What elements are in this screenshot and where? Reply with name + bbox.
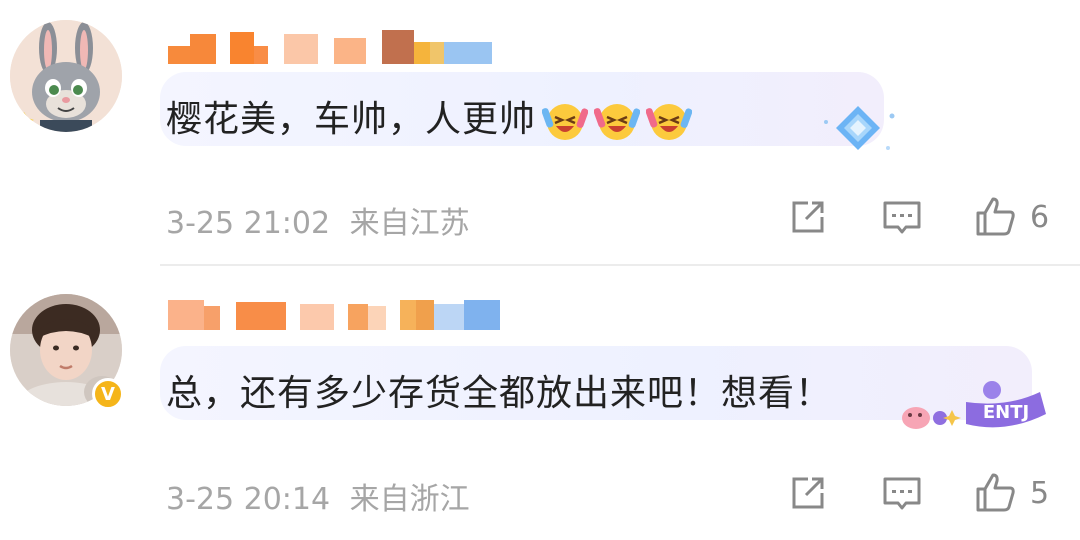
rabbit-avatar-icon — [10, 20, 122, 132]
comment-location: 来自江苏 — [349, 206, 470, 241]
share-button[interactable] — [786, 192, 830, 242]
thumbs-up-icon — [976, 473, 1015, 512]
comment-time: 3-25 21:02 — [166, 206, 331, 241]
comment-button[interactable] — [880, 468, 924, 518]
comment-text: 总，还有多少存货全都放出来吧！想看！ — [166, 373, 833, 414]
like-button[interactable]: 5 — [974, 468, 1049, 518]
comment-meta: 3-25 21:02 来自江苏 — [166, 198, 470, 242]
share-icon — [792, 477, 824, 509]
share-icon — [792, 201, 824, 233]
verified-badge: V — [92, 378, 124, 410]
comment-location: 来自浙江 — [349, 482, 470, 517]
thumbs-up-icon — [976, 197, 1015, 236]
like-count: 5 — [1030, 475, 1050, 511]
comment-icon — [883, 201, 921, 234]
laughing-crying-emoji-icon — [646, 104, 693, 140]
avatar[interactable] — [10, 20, 122, 132]
comment-text: 樱花美，车帅，人更帅 — [166, 90, 693, 144]
comment-icon — [883, 477, 921, 510]
comment-item: 樱花美，车帅，人更帅 3-25 21:02 来自江苏 6 — [0, 0, 1080, 270]
comment-meta: 3-25 20:14 来自浙江 — [166, 474, 470, 518]
like-button[interactable]: 6 — [974, 192, 1049, 242]
divider — [160, 264, 1080, 266]
comment-actions: 6 — [780, 192, 1070, 242]
laughing-crying-emoji-icon — [594, 104, 641, 140]
username-blurred[interactable] — [168, 30, 492, 64]
comment-actions: 5 — [780, 468, 1070, 518]
comment-time: 3-25 20:14 — [166, 482, 331, 517]
share-button[interactable] — [786, 468, 830, 518]
comment-button[interactable] — [880, 192, 924, 242]
username-blurred[interactable] — [168, 296, 500, 330]
comment-item: V 总，还有多少存货全都放出来吧！想看！ ENTJ 3-25 20:14 来自浙… — [0, 270, 1080, 540]
like-count: 6 — [1030, 199, 1050, 235]
diamond-badge-icon — [824, 106, 895, 150]
entj-badge-icon: ENTJ — [902, 381, 1046, 429]
laughing-crying-emoji-icon — [542, 104, 589, 140]
entj-badge-text: ENTJ — [983, 402, 1029, 423]
